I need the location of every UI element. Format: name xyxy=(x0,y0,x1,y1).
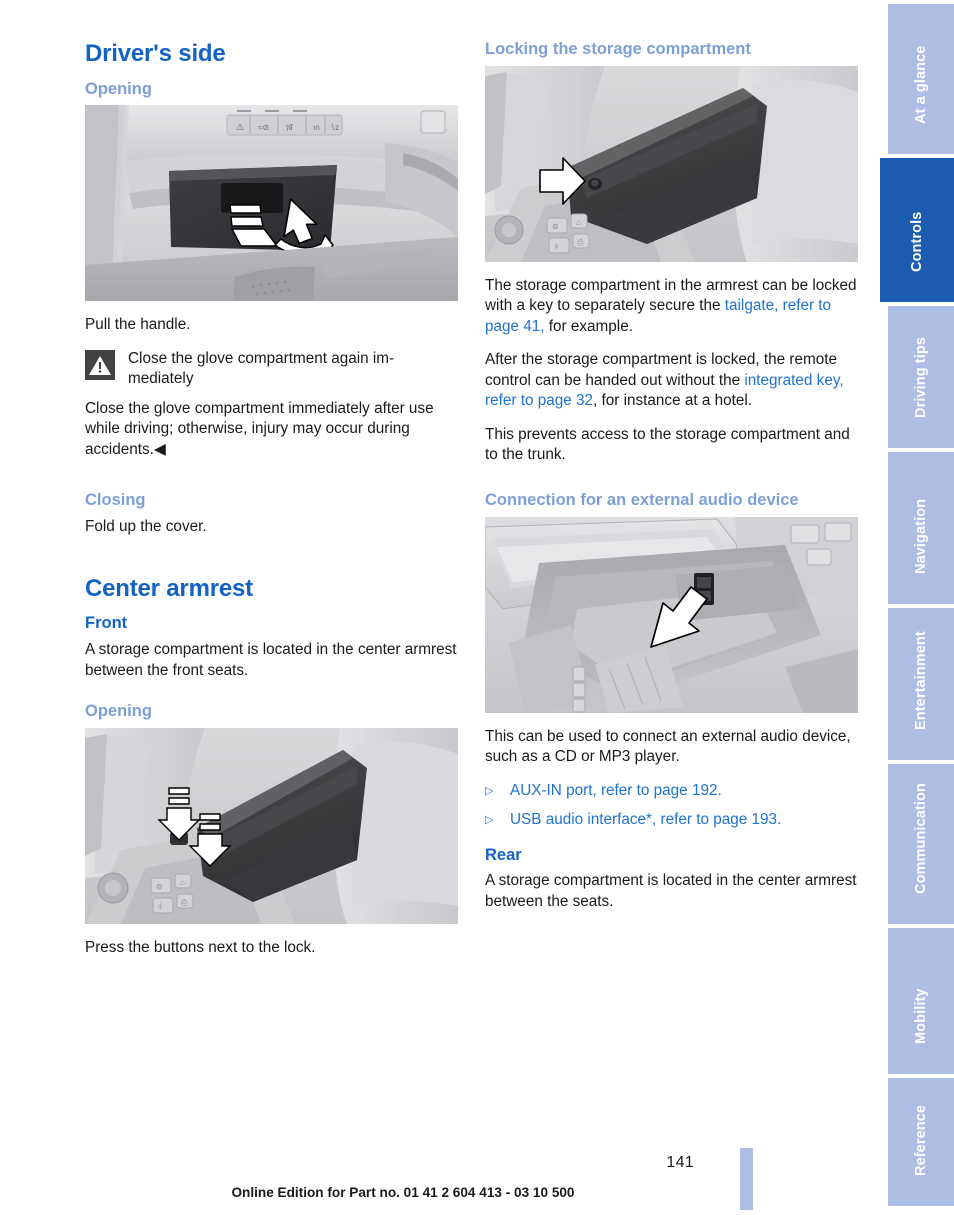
text-external-audio-use: This can be used to connect an external … xyxy=(485,727,851,766)
tab-label: Mobility xyxy=(912,987,929,1044)
svg-text:∖z: ∖z xyxy=(330,123,339,132)
text-fold-up-cover: Fold up the cover. xyxy=(85,518,207,536)
paragraph-locked-with-key: The storage compartment in the armrest c… xyxy=(485,276,858,338)
svg-text:⎙: ⎙ xyxy=(577,238,584,247)
paragraph-prevents-access: This prevents access to the storage comp… xyxy=(485,425,850,464)
page-number-accent-bar xyxy=(740,1148,753,1210)
tab-reference[interactable]: Reference xyxy=(888,1078,954,1206)
chapter-tabs-sidebar: At a glance Controls Driving tips Naviga… xyxy=(880,0,954,1215)
svg-text:⌂: ⌂ xyxy=(576,218,581,227)
link-usb-audio-interface[interactable]: USB audio interface*, refer to page 193. xyxy=(510,810,781,831)
heading-front: Front xyxy=(85,614,128,633)
svg-text:⁊ſſ: ⁊ſſ xyxy=(285,123,294,132)
figure-aux-port xyxy=(485,516,858,713)
heading-locking-storage: Locking the storage compartment xyxy=(485,40,751,58)
list-item[interactable]: ▷ AUX-IN port, refer to page 192. xyxy=(485,781,858,803)
warning-note: Close the glove compartment again im-med… xyxy=(85,349,458,390)
svg-text:⌂: ⌂ xyxy=(180,878,185,887)
heading-closing: Closing xyxy=(85,491,146,510)
tab-driving-tips[interactable]: Driving tips xyxy=(888,306,954,448)
svg-text:≈⊘: ≈⊘ xyxy=(258,123,269,132)
tab-label: Communication xyxy=(912,782,929,894)
svg-text:⎙: ⎙ xyxy=(181,898,188,907)
manual-page: Driver's side Opening ⚠ ≈⊘ ⁊ſſ ın ∖z Pul… xyxy=(0,0,954,1215)
tab-controls[interactable]: Controls xyxy=(880,158,954,302)
locked-text-part2: for example. xyxy=(544,317,633,335)
footer-online-edition: Online Edition for Part no. 01 41 2 604 … xyxy=(231,1185,575,1200)
figure-armrest-lock: ⊜ ⌂ ᛄ ⎙ xyxy=(485,65,858,262)
page-number: 141 xyxy=(666,1154,694,1171)
heading-rear: Rear xyxy=(485,845,522,864)
warning-note-title: Close the glove compartment again im-med… xyxy=(128,349,395,388)
remote-text-part2: , for instance at a hotel. xyxy=(593,392,753,410)
text-front-body: A storage compartment is located in the … xyxy=(85,641,457,679)
text-pull-handle: Pull the handle. xyxy=(85,316,191,334)
list-item[interactable]: ▷ USB audio interface*, refer to page 19… xyxy=(485,810,858,832)
tab-label: Entertainment xyxy=(912,630,929,730)
heading-center-armrest: Center armrest xyxy=(85,574,253,602)
svg-text:ᛄ: ᛄ xyxy=(158,902,163,911)
left-column: Driver's side Opening ⚠ ≈⊘ ⁊ſſ ın ∖z Pul… xyxy=(85,40,458,971)
warning-triangle-icon xyxy=(85,349,115,380)
tab-label: Driving tips xyxy=(912,336,929,418)
figure-armrest-buttons: ⊜ ⌂ ᛄ ⎙ xyxy=(85,727,458,924)
tab-entertainment[interactable]: Entertainment xyxy=(888,608,954,760)
triangle-bullet-icon: ▷ xyxy=(485,784,494,797)
svg-text:ın: ın xyxy=(313,123,320,132)
heading-drivers-side: Driver's side xyxy=(85,40,226,67)
tab-at-a-glance[interactable]: At a glance xyxy=(888,4,954,154)
svg-text:⊜: ⊜ xyxy=(156,882,163,891)
svg-text:⊜: ⊜ xyxy=(552,222,559,231)
heading-opening-armrest: Opening xyxy=(85,702,152,721)
tab-label: Reference xyxy=(912,1104,929,1176)
svg-text:ᛄ: ᛄ xyxy=(554,242,559,251)
triangle-bullet-icon: ▷ xyxy=(485,814,494,827)
page-content: Driver's side Opening ⚠ ≈⊘ ⁊ſſ ın ∖z Pul… xyxy=(0,0,880,1215)
audio-links-list: ▷ AUX-IN port, refer to page 192. ▷ USB … xyxy=(485,781,858,832)
heading-connection-external-audio: Connection for an external audio device xyxy=(485,490,799,509)
figure-glove-compartment: ⚠ ≈⊘ ⁊ſſ ın ∖z xyxy=(85,105,458,302)
tab-label: Controls xyxy=(908,211,925,272)
link-aux-in-port[interactable]: AUX-IN port, refer to page 192. xyxy=(510,781,722,802)
right-column: Locking the storage compartment ⊜ ⌂ ᛄ ⎙ … xyxy=(485,40,858,925)
warning-note-body: Close the glove compartment immediately … xyxy=(85,399,434,458)
paragraph-remote-control: After the storage compartment is locked,… xyxy=(485,350,858,412)
tab-label: At a glance xyxy=(912,45,929,124)
svg-text:⚠: ⚠ xyxy=(236,122,244,132)
tab-label: Navigation xyxy=(912,498,929,574)
text-rear-body: A storage compartment is located in the … xyxy=(485,872,857,910)
tab-navigation[interactable]: Navigation xyxy=(888,452,954,604)
heading-opening-glovebox: Opening xyxy=(85,79,152,98)
tab-communication[interactable]: Communication xyxy=(888,764,954,924)
tab-mobility[interactable]: Mobility xyxy=(888,928,954,1074)
text-press-buttons: Press the buttons next to the lock. xyxy=(85,938,316,956)
